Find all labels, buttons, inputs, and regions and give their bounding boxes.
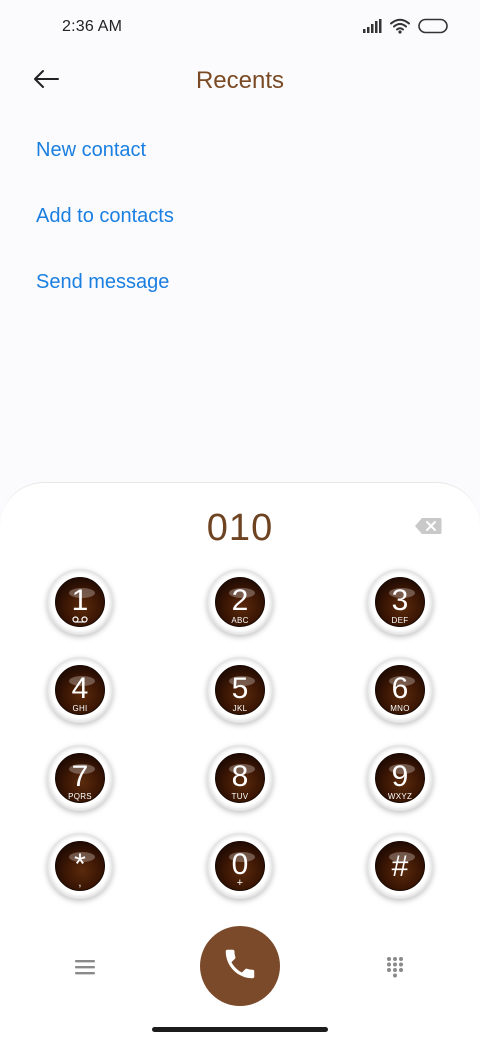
number-actions-list: New contact Add to contacts Send message (36, 128, 174, 326)
dialpad-icon (386, 957, 404, 982)
key-digit: * (74, 848, 86, 881)
home-indicator[interactable] (152, 1027, 328, 1032)
key-letters: MNO (390, 704, 410, 713)
dial-key-6[interactable]: 6 MNO (367, 657, 433, 723)
key-face: * , (55, 841, 105, 891)
key-digit: 5 (231, 672, 249, 705)
key-digit: 3 (391, 584, 409, 617)
status-time: 2:36 AM (62, 18, 123, 35)
key-letters: JKL (232, 704, 248, 713)
key-face: 4 GHI (55, 665, 105, 715)
phone-icon (221, 945, 259, 988)
key-letters: + (236, 877, 244, 889)
signal-icon (362, 19, 382, 38)
key-face: 8 TUV (215, 753, 265, 803)
send-message-link[interactable]: Send message (36, 260, 174, 326)
dial-key-4[interactable]: 4 GHI (47, 657, 113, 723)
dial-key-9[interactable]: 9 WXYZ (367, 745, 433, 811)
voicemail-icon (56, 616, 104, 625)
dial-key-0[interactable]: 0 + (207, 833, 273, 899)
battery-icon (418, 18, 450, 39)
key-digit: # (391, 850, 409, 883)
menu-icon (74, 960, 96, 980)
status-bar: 2:36 AM (0, 0, 480, 56)
key-digit: 7 (71, 760, 89, 793)
top-app-bar: Recents (0, 56, 480, 108)
add-to-contacts-link[interactable]: Add to contacts (36, 194, 174, 260)
phone-screen: 2:36 AM Recents New contact Add to conta… (0, 0, 480, 1040)
key-digit: 6 (391, 672, 409, 705)
key-letters: ABC (231, 616, 249, 625)
key-digit: 0 (231, 848, 249, 881)
dial-key-1[interactable]: 1 (47, 569, 113, 635)
dial-key-5[interactable]: 5 JKL (207, 657, 273, 723)
call-button[interactable] (200, 926, 280, 1006)
dial-key-8[interactable]: 8 TUV (207, 745, 273, 811)
dial-key-2[interactable]: 2 ABC (207, 569, 273, 635)
key-face: 5 JKL (215, 665, 265, 715)
dial-key-7[interactable]: 7 PQRS (47, 745, 113, 811)
key-digit: 8 (231, 760, 249, 793)
dialpad-toggle-button[interactable] (386, 956, 404, 978)
dialed-number[interactable]: 010 (0, 507, 480, 550)
key-face: 0 + (215, 841, 265, 891)
dial-key-hash[interactable]: # (367, 833, 433, 899)
key-face: 2 ABC (215, 577, 265, 627)
key-digit: 2 (231, 584, 249, 617)
key-face: 6 MNO (375, 665, 425, 715)
key-face: 1 (55, 577, 105, 627)
page-title: Recents (195, 67, 285, 94)
key-face: 7 PQRS (55, 753, 105, 803)
key-letters: TUV (231, 792, 249, 801)
dial-key-3[interactable]: 3 DEF (367, 569, 433, 635)
backspace-button[interactable] (414, 517, 442, 537)
wifi-icon (390, 18, 410, 39)
key-letters: PQRS (68, 792, 92, 801)
key-face: 3 DEF (375, 577, 425, 627)
backspace-icon (414, 518, 442, 539)
status-icons (362, 18, 450, 39)
key-face: 9 WXYZ (375, 753, 425, 803)
key-digit: 9 (391, 760, 409, 793)
key-face: # (375, 841, 425, 891)
key-letters: WXYZ (387, 792, 413, 801)
key-letters: GHI (72, 704, 88, 713)
menu-button[interactable] (74, 958, 96, 976)
key-digit: 4 (71, 672, 89, 705)
new-contact-link[interactable]: New contact (36, 128, 174, 194)
dial-key-star[interactable]: * , (47, 833, 113, 899)
key-letters: , (78, 877, 82, 889)
key-digit: 1 (71, 584, 89, 617)
key-letters: DEF (391, 616, 409, 625)
